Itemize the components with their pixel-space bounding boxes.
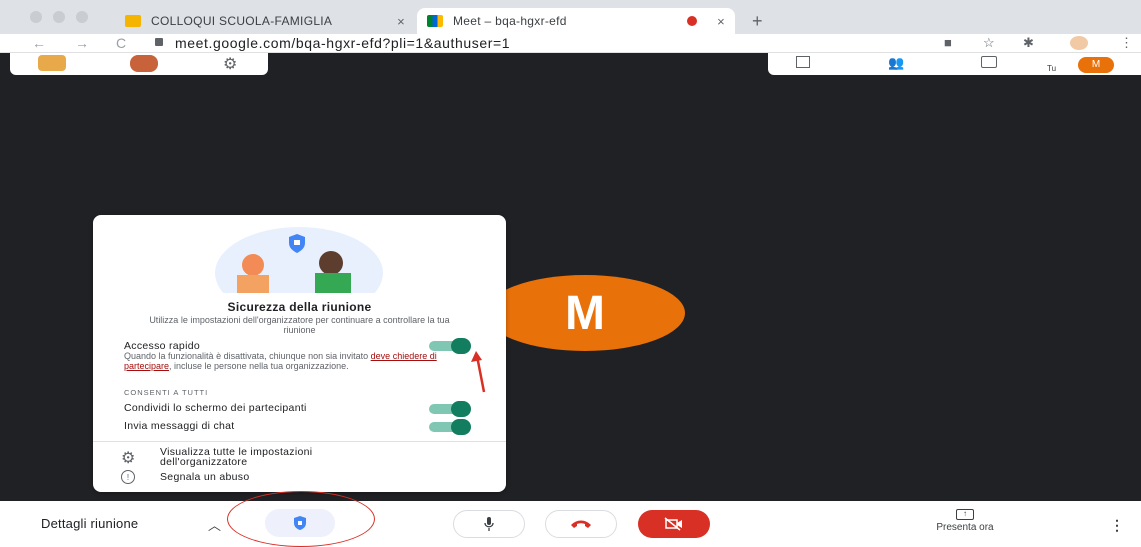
meeting-details-button[interactable]: Dettagli riunione — [41, 516, 138, 531]
description-text: , incluse le persone nella tua organizza… — [169, 360, 349, 371]
tab-colloqui[interactable]: COLLOQUI SCUOLA-FAMIGLIA × — [115, 8, 415, 34]
window-close-dot[interactable] — [30, 11, 42, 23]
profile-avatar[interactable] — [1070, 36, 1088, 50]
recording-icon — [687, 16, 698, 26]
participant-avatar: M — [485, 275, 685, 351]
chat-messages-label: Invia messaggi di chat — [124, 420, 235, 432]
you-label: Tu — [1047, 64, 1057, 73]
layout-grid-icon[interactable] — [796, 56, 810, 68]
toggle-knob — [451, 419, 471, 435]
back-button[interactable]: ← — [32, 34, 46, 52]
settings-gear-icon[interactable]: ⚙ — [223, 54, 237, 74]
microphone-button[interactable] — [453, 510, 525, 538]
more-options-icon[interactable]: ⋮ — [1110, 517, 1124, 534]
chevron-up-icon[interactable]: ︿ — [208, 515, 221, 534]
camera-off-icon — [664, 517, 682, 531]
browser-tab-bar: COLLOQUI SCUOLA-FAMIGLIA × Meet – bqa-hg… — [0, 0, 1141, 34]
present-screen-icon: ↑ — [956, 509, 974, 520]
top-controls-strip: 👥 Tu M — [768, 53, 1141, 75]
participant-thumbnail[interactable] — [130, 55, 158, 72]
description-text: Quando la funzionalità è disattivata, ch… — [124, 351, 371, 361]
forward-button[interactable]: → — [75, 34, 89, 52]
hang-up-icon — [571, 520, 591, 528]
report-abuse-link[interactable]: Segnala un abuso — [160, 472, 249, 483]
security-illustration — [215, 227, 383, 293]
address-bar-row: ← → C meet.google.com/bqa-hgxr-efd?pli=1… — [0, 34, 1141, 53]
end-call-button[interactable] — [545, 510, 617, 538]
present-now-button[interactable]: ↑ Presenta ora — [930, 509, 1000, 533]
tab-title: Meet – bqa-hgxr-efd — [453, 14, 567, 28]
browser-menu-icon[interactable]: ⋮ — [1120, 34, 1133, 52]
tab-close-icon[interactable]: × — [717, 14, 725, 29]
tab-close-icon[interactable]: × — [397, 14, 405, 29]
report-alert-icon: ! — [121, 470, 135, 484]
bookmark-star-icon[interactable]: ☆ — [983, 34, 995, 52]
microphone-icon — [484, 517, 494, 531]
quick-access-toggle[interactable] — [429, 338, 471, 354]
url-field[interactable]: meet.google.com/bqa-hgxr-efd?pli=1&authu… — [175, 34, 510, 52]
extensions-icon[interactable]: ✱ — [1023, 34, 1034, 52]
lock-icon[interactable] — [155, 38, 163, 46]
window-minimize-dot[interactable] — [53, 11, 65, 23]
thumbs-up-icon[interactable] — [38, 55, 66, 71]
quick-access-description: Quando la funzionalità è disattivata, ch… — [124, 351, 444, 371]
chat-messages-toggle[interactable] — [429, 419, 471, 435]
camera-off-button[interactable] — [638, 510, 710, 538]
reactions-strip: ⚙ — [10, 53, 268, 75]
view-settings-line2: dell'organizzatore — [160, 456, 248, 468]
new-tab-button[interactable]: + — [752, 11, 763, 32]
share-screen-label: Condividi lo schermo dei partecipanti — [124, 402, 307, 414]
tab-meet[interactable]: Meet – bqa-hgxr-efd × — [417, 8, 735, 34]
tab-title: COLLOQUI SCUOLA-FAMIGLIA — [151, 14, 333, 28]
allow-all-header: CONSENTI A TUTTI — [124, 388, 209, 397]
chat-icon[interactable] — [981, 56, 997, 68]
toggle-knob — [451, 401, 471, 417]
view-host-settings-link[interactable]: Visualizza tutte le impostazioni dell'or… — [160, 447, 312, 468]
meeting-security-panel: Sicurezza della riunione Utilizza le imp… — [93, 215, 506, 492]
share-screen-toggle[interactable] — [429, 401, 471, 417]
meet-favicon-icon — [427, 15, 443, 27]
panel-divider — [93, 441, 506, 442]
host-settings-gear-icon: ⚙ — [121, 450, 136, 467]
self-avatar: M — [1078, 57, 1114, 73]
camera-icon[interactable]: ■ — [944, 34, 952, 52]
present-now-label: Presenta ora — [936, 522, 994, 533]
toggle-knob — [451, 338, 471, 354]
window-maximize-dot[interactable] — [76, 11, 88, 23]
panel-subtitle: Utilizza le impostazioni dell'organizzat… — [149, 315, 450, 335]
classroom-favicon-icon — [125, 15, 141, 27]
panel-title: Sicurezza della riunione — [227, 300, 372, 314]
reload-button[interactable]: C — [116, 34, 126, 52]
meeting-control-bar: Dettagli riunione ︿ ↑ Presenta ora ⋮ — [0, 501, 1141, 539]
annotation-arrow — [471, 351, 486, 393]
participants-icon[interactable]: 👥 — [888, 55, 904, 71]
